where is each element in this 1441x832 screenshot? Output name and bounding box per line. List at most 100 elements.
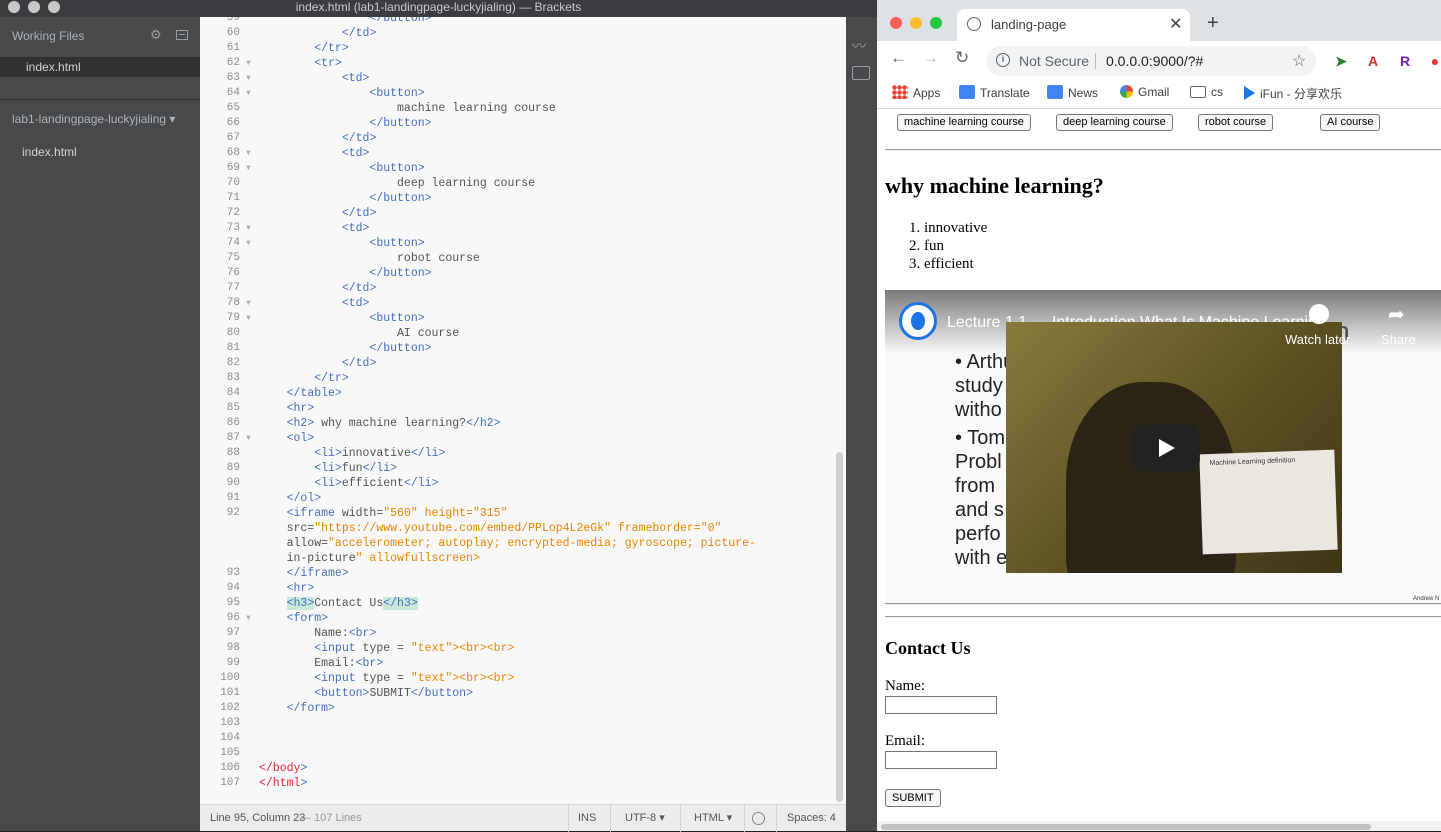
insert-mode[interactable]: INS [578,805,596,832]
minimize-window-button[interactable] [28,1,40,13]
code-line[interactable]: 79 ▼ <button> [200,311,840,326]
close-window-button[interactable] [890,17,902,29]
course-button-dl[interactable]: deep learning course [1056,114,1173,131]
code-line[interactable]: 75 robot course [200,251,840,266]
code-line[interactable]: 85 <hr> [200,401,840,416]
watch-later-label[interactable]: Watch later [1285,332,1350,347]
fold-arrow-icon[interactable]: ▼ [246,161,251,176]
bookmark-news[interactable]: News [1047,85,1098,100]
code-line[interactable]: 99 Email:<br> [200,656,840,671]
name-input[interactable] [885,696,997,714]
code-line[interactable]: 78 ▼ <td> [200,296,840,311]
url-text[interactable]: 0.0.0.0:9000/?# [1106,53,1203,69]
youtube-embed[interactable]: n • Arthu study witho • Tom M Probl from… [885,290,1441,604]
code-line[interactable]: 84 </table> [200,386,840,401]
course-button-ml[interactable]: machine learning course [897,114,1031,131]
extension-icon-2[interactable]: A [1365,52,1381,70]
course-button-ai[interactable]: AI course [1320,114,1381,131]
zoom-window-button[interactable] [930,17,942,29]
editor-scrollbar-thumb[interactable] [836,452,843,802]
code-line[interactable]: 66 </button> [200,116,840,131]
code-line[interactable]: 64 ▼ <button> [200,86,840,101]
play-button[interactable] [1132,424,1200,472]
indent-spaces[interactable]: Spaces: 4 [787,805,836,832]
fold-arrow-icon[interactable]: ▼ [246,311,251,326]
address-bar[interactable]: i Not Secure 0.0.0.0:9000/?# ☆ [986,46,1316,76]
code-line[interactable]: 86 <h2> why machine learning?</h2> [200,416,840,431]
code-line[interactable]: 97 Name:<br> [200,626,840,641]
live-preview-icon[interactable]: 〰 [852,36,866,56]
bookmark-gmail[interactable]: Gmail [1120,85,1169,99]
code-line[interactable]: 87 ▼ <ol> [200,431,840,446]
minimize-window-button[interactable] [910,17,922,29]
code-line[interactable]: 105 [200,746,840,761]
close-tab-icon[interactable]: ✕ [1169,14,1182,34]
code-line[interactable]: 82 </td> [200,356,840,371]
code-line[interactable]: 74 ▼ <button> [200,236,840,251]
channel-logo-icon[interactable] [899,302,937,340]
language-select[interactable]: HTML ▾ [694,805,732,832]
bookmark-star-icon[interactable]: ☆ [1292,51,1306,71]
code-line[interactable]: 92 <iframe width="560" height="315" [200,506,840,521]
split-view-icon[interactable] [176,30,188,40]
extension-icon-1[interactable]: ➤ [1333,52,1349,70]
code-line[interactable]: 90 <li>efficient</li> [200,476,840,491]
code-line[interactable]: 67 </td> [200,131,840,146]
code-line[interactable]: 96 ▼ <form> [200,611,840,626]
code-line[interactable]: 69 ▼ <button> [200,161,840,176]
project-dropdown[interactable]: lab1-landingpage-luckyjialing ▾ [12,112,175,126]
code-line[interactable]: 73 ▼ <td> [200,221,840,236]
reload-icon[interactable]: ↻ [955,48,969,68]
linter-status-icon[interactable] [752,812,765,825]
code-line[interactable]: 93 </iframe> [200,566,840,581]
info-icon[interactable]: i [996,53,1010,67]
code-line[interactable]: 68 ▼ <td> [200,146,840,161]
zoom-window-button[interactable] [48,1,60,13]
code-line[interactable]: 103 [200,716,840,731]
code-line[interactable]: src="https://www.youtube.com/embed/PPLop… [200,521,840,536]
horizontal-scrollbar[interactable] [877,821,1441,831]
code-line[interactable]: 61 </tr> [200,41,840,56]
file-tree-item[interactable]: index.html [22,145,77,159]
code-line[interactable]: 81 </button> [200,341,840,356]
bookmark-cs[interactable]: cs [1190,85,1223,99]
bookmark-translate[interactable]: Translate [959,85,1030,100]
bookmark-ifun[interactable]: iFun - 分享欢乐 [1244,85,1342,102]
working-file-item[interactable]: index.html [0,57,200,77]
encoding-select[interactable]: UTF-8 ▾ [625,805,665,832]
code-line[interactable]: 83 </tr> [200,371,840,386]
fold-arrow-icon[interactable]: ▼ [246,146,251,161]
tab-landing-page[interactable]: landing-page ✕ [957,9,1190,41]
code-line[interactable]: 104 [200,731,840,746]
code-line[interactable]: 94 <hr> [200,581,840,596]
extension-icon-3[interactable]: R [1397,52,1413,70]
code-line[interactable]: 106 </body> [200,761,840,776]
code-line[interactable]: 63 ▼ <td> [200,71,840,86]
fold-arrow-icon[interactable]: ▼ [246,296,251,311]
code-line[interactable]: 100 <input type = "text"><br><br> [200,671,840,686]
email-input[interactable] [885,751,997,769]
code-line[interactable]: 80 AI course [200,326,840,341]
code-line[interactable]: in-picture" allowfullscreen> [200,551,840,566]
code-line[interactable]: 70 deep learning course [200,176,840,191]
code-line[interactable]: 95 <h3>Contact Us</h3> [200,596,840,611]
extension-icon-4[interactable]: ● [1427,52,1441,70]
fold-arrow-icon[interactable]: ▼ [246,221,251,236]
code-line[interactable]: 88 <li>innovative</li> [200,446,840,461]
code-line[interactable]: 107 </html> [200,776,840,791]
fold-arrow-icon[interactable]: ▼ [246,611,251,626]
code-line[interactable]: 102 </form> [200,701,840,716]
course-button-robot[interactable]: robot course [1198,114,1274,131]
fold-arrow-icon[interactable]: ▼ [246,71,251,86]
code-line[interactable]: 101 <button>SUBMIT</button> [200,686,840,701]
code-line[interactable]: 89 <li>fun</li> [200,461,840,476]
fold-arrow-icon[interactable]: ▼ [246,86,251,101]
code-line[interactable]: 98 <input type = "text"><br><br> [200,641,840,656]
submit-button[interactable]: SUBMIT [885,789,941,807]
gear-icon[interactable]: ⚙ [150,27,162,43]
code-line[interactable]: 91 </ol> [200,491,840,506]
bookmark-apps[interactable]: Apps [892,85,940,100]
forward-icon[interactable]: → [922,48,939,68]
code-line[interactable]: 71 </button> [200,191,840,206]
code-editor[interactable]: 59 </button> 60 </td> 61 </tr> 62 ▼ <tr> 63 ▼ … [200,17,846,804]
